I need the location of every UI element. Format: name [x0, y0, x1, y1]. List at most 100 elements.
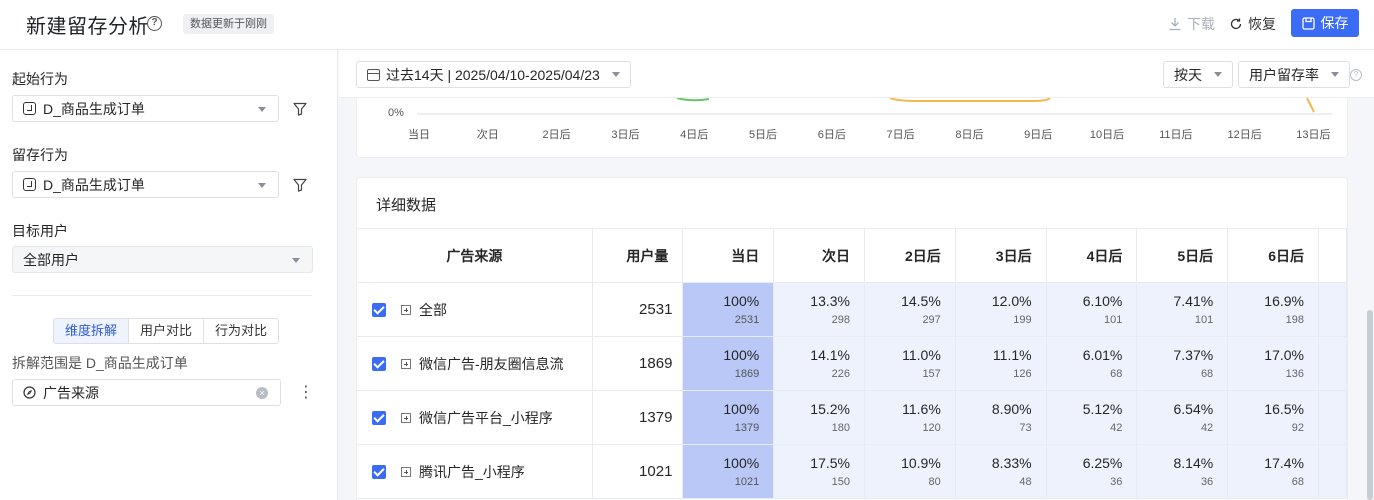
retention-rate: 6.01%	[1082, 346, 1123, 363]
filter-icon[interactable]	[293, 178, 307, 192]
filter-icon[interactable]	[293, 102, 307, 116]
row-checkbox[interactable]	[372, 464, 386, 479]
retention-cell[interactable]: 11.6% 120	[864, 390, 956, 445]
date-range-picker[interactable]: 过去14天 | 2025/04/10-2025/04/23	[356, 61, 631, 88]
retention-cell[interactable]: 10.9% 80	[864, 444, 956, 499]
help-icon[interactable]: ?	[1350, 69, 1362, 81]
expand-icon[interactable]	[401, 412, 411, 423]
retention-cell[interactable]: 17.5% 150	[773, 444, 865, 499]
source-name: 全部	[419, 301, 447, 318]
row-checkbox[interactable]	[372, 410, 386, 425]
retention-chart: 0% 当日 次日 2日后 3日后 4日后 5日后 6日后 7日后 8日后 9日后 10日后 11日后 1…	[356, 98, 1348, 158]
x-axis-tick: 8日后	[955, 129, 984, 141]
retention-rate: 100%	[723, 400, 760, 417]
retention-cell[interactable]: 6.25% 36	[1046, 444, 1138, 499]
retention-cell[interactable]: 8.90% 73	[955, 390, 1047, 445]
retention-cell[interactable]: 14.5% 297	[864, 282, 956, 337]
download-button[interactable]: 下载	[1168, 14, 1215, 34]
column-header[interactable]: 3日后	[955, 228, 1047, 283]
retention-cell[interactable]: 8.14% 36	[1136, 444, 1229, 499]
retention-cell[interactable]: 100% 2531	[682, 282, 775, 337]
retention-cell[interactable]: 16.9% 198	[1227, 282, 1319, 337]
retain-event-label: 留存行为	[12, 147, 68, 163]
retention-cell[interactable]: 14.1% 226	[773, 336, 865, 391]
retention-cell[interactable]: 6.54% 42	[1136, 390, 1229, 445]
tab-event-compare[interactable]: 行为对比	[204, 319, 279, 343]
column-header[interactable]: 次日	[773, 228, 865, 283]
column-header[interactable]: 当日	[682, 228, 775, 283]
retained-count: 1021	[734, 475, 760, 488]
source-name: 腾讯广告_小程序	[419, 463, 525, 480]
dimension-select[interactable]: 广告来源 ×	[12, 379, 281, 406]
target-user-select[interactable]: 全部用户	[12, 246, 313, 273]
source-name: 微信广告平台_小程序	[419, 409, 553, 426]
y-axis-tick: 0%	[388, 107, 404, 119]
retention-cell[interactable]: 17.0% 136	[1227, 336, 1319, 391]
expand-icon[interactable]	[401, 466, 411, 477]
retained-count: 68	[1110, 367, 1123, 380]
retention-cell[interactable]: 16.5% 92	[1227, 390, 1319, 445]
scrollbar-thumb[interactable]	[1367, 310, 1373, 500]
x-axis-tick: 11日后	[1159, 129, 1193, 141]
retention-cell[interactable]: 7.41% 101	[1136, 282, 1229, 337]
retention-rate: 16.9%	[1264, 292, 1304, 309]
download-icon	[1169, 18, 1181, 31]
tab-user-compare[interactable]: 用户对比	[129, 319, 205, 343]
x-axis-tick: 6日后	[817, 129, 846, 141]
retention-cell[interactable]: 17.4% 68	[1227, 444, 1319, 499]
retained-count: 101	[1194, 313, 1214, 326]
expand-icon[interactable]	[401, 358, 411, 369]
clear-icon[interactable]: ×	[256, 387, 268, 399]
retention-rate: 11.0%	[902, 346, 941, 363]
retention-cell[interactable]: 11.1% 126	[955, 336, 1047, 391]
tab-dimension-split[interactable]: 维度拆解	[54, 319, 130, 343]
dimension-value: 广告来源	[43, 384, 99, 401]
help-icon[interactable]: ?	[147, 16, 162, 31]
x-axis-tick: 次日	[476, 129, 499, 141]
start-event-select[interactable]: D_商品生成订单	[12, 95, 279, 122]
retention-rate: 10.9%	[901, 454, 941, 471]
granularity-select[interactable]: 按天	[1163, 61, 1233, 88]
retention-cell-overflow	[1318, 282, 1347, 337]
user-count-cell: 2531	[592, 282, 684, 337]
retained-count: 101	[1104, 313, 1123, 326]
column-header[interactable]: 2日后	[864, 228, 956, 283]
metric-select[interactable]: 用户留存率	[1238, 61, 1350, 88]
detail-title: 详细数据	[376, 197, 437, 214]
restore-button[interactable]: 恢复	[1229, 14, 1276, 34]
chevron-down-icon	[611, 72, 620, 77]
retained-count: 68	[1291, 475, 1304, 488]
column-header[interactable]: 4日后	[1046, 228, 1138, 283]
column-header[interactable]: 6日后	[1227, 228, 1319, 283]
retention-cell[interactable]: 6.01% 68	[1046, 336, 1138, 391]
x-axis-tick: 12日后	[1227, 129, 1262, 141]
save-button[interactable]: 保存	[1291, 9, 1359, 37]
retention-cell[interactable]: 6.10% 101	[1046, 282, 1138, 337]
column-header[interactable]: 5日后	[1136, 228, 1229, 283]
retention-cell[interactable]: 13.3% 298	[773, 282, 865, 337]
retention-rate: 6.25%	[1082, 454, 1123, 471]
row-checkbox[interactable]	[372, 356, 386, 371]
retention-cell[interactable]: 12.0% 199	[955, 282, 1047, 337]
source-name: 微信广告-朋友圈信息流	[419, 355, 564, 372]
retention-cell[interactable]: 15.2% 180	[773, 390, 865, 445]
retention-cell[interactable]: 8.33% 48	[955, 444, 1047, 499]
retention-rate: 11.6%	[902, 400, 941, 417]
column-header[interactable]: 用户量	[592, 228, 684, 283]
refresh-icon	[1230, 18, 1242, 30]
retention-cell[interactable]: 100% 1379	[682, 390, 775, 445]
retained-count: 1379	[734, 421, 760, 434]
target-user-label: 目标用户	[12, 223, 68, 239]
granularity-value: 按天	[1174, 66, 1202, 83]
more-icon[interactable]: ⋮	[298, 385, 314, 401]
retention-cell[interactable]: 100% 1869	[682, 336, 775, 391]
retain-event-select[interactable]: D_商品生成订单	[12, 171, 279, 198]
retention-cell[interactable]: 100% 1021	[682, 444, 775, 499]
retention-cell[interactable]: 7.37% 68	[1136, 336, 1229, 391]
retention-cell[interactable]: 11.0% 157	[864, 336, 956, 391]
retention-cell[interactable]: 5.12% 42	[1046, 390, 1138, 445]
row-checkbox[interactable]	[372, 302, 386, 317]
expand-icon[interactable]	[401, 304, 411, 315]
divider	[12, 295, 312, 296]
column-header[interactable]: 广告来源	[357, 228, 593, 283]
